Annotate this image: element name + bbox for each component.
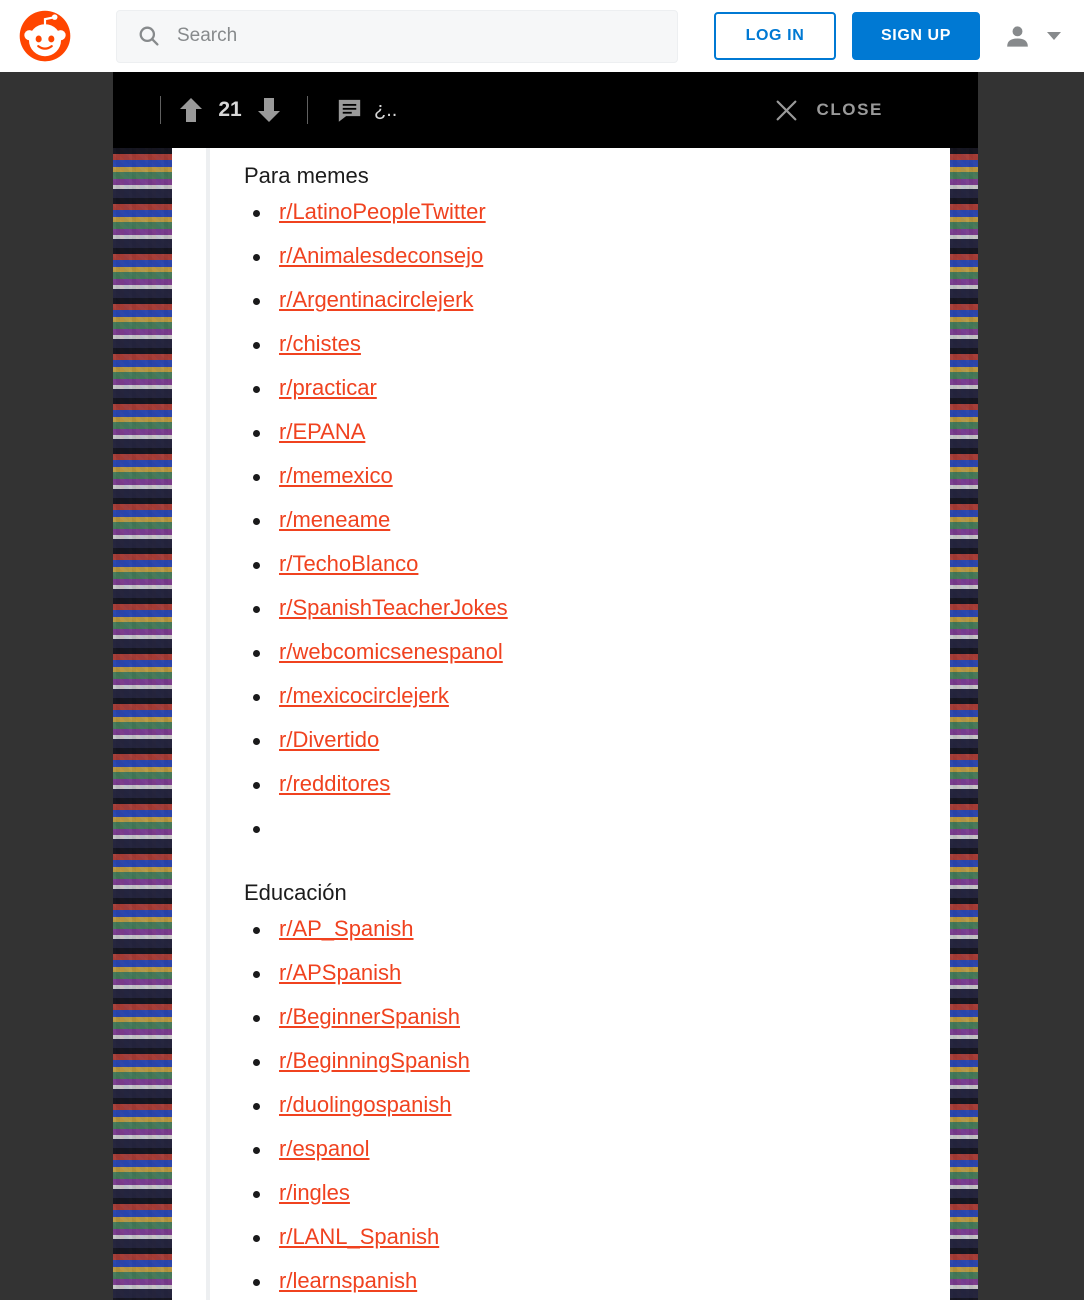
subreddit-link[interactable]: r/EPANA [279,419,365,444]
subreddit-link[interactable]: r/APSpanish [279,960,401,985]
list-item: r/ingles [244,1172,944,1216]
subreddit-link[interactable]: r/TechoBlanco [279,551,418,576]
subreddit-link[interactable]: r/espanol [279,1136,370,1161]
list-item: r/TechoBlanco [244,543,944,587]
close-label: CLOSE [816,100,883,119]
list-item: r/EPANA [244,411,944,455]
subreddit-link[interactable]: r/meneame [279,507,390,532]
comments-button[interactable]: ¿.. [336,97,397,124]
subreddit-link[interactable]: r/Animalesdeconsejo [279,243,483,268]
login-button[interactable]: LOG IN [714,12,836,60]
list-item: r/webcomicsenespanol [244,631,944,675]
list-item: r/AP_Spanish [244,908,944,952]
list-item: r/espanol [244,1128,944,1172]
thread-indent-line [206,148,210,1300]
subreddit-link[interactable]: r/practicar [279,375,377,400]
section-heading: Educación [244,880,347,905]
subreddit-link[interactable]: r/LatinoPeopleTwitter [279,199,486,224]
rplace-canvas-image-right [950,148,978,1300]
chevron-down-icon [1047,32,1061,40]
list-item: r/LatinoPeopleTwitter [244,191,944,235]
reddit-snoo-logo[interactable] [18,9,72,63]
list-item: r/chistes [244,323,944,367]
list-item: r/learnspanish [244,1260,944,1300]
vote-group: 21 [179,96,281,124]
lightbox-action-bar: 21 ¿.. CLOSE [113,72,978,148]
upvote-arrow-icon[interactable] [179,96,203,124]
subreddit-link[interactable]: r/SpanishTeacherJokes [279,595,508,620]
list-item: r/redditores [244,763,944,807]
comment-bubble-icon [338,99,361,122]
list-item: r/BeginnerSpanish [244,996,944,1040]
subreddit-link-list: r/LatinoPeopleTwitter r/Animalesdeconsejo… [244,191,944,848]
subreddit-link[interactable]: r/Argentinacirclejerk [279,287,473,312]
top-navigation-bar: LOG IN SIGN UP [0,0,1084,72]
subreddit-link[interactable]: r/redditores [279,771,390,796]
subreddit-link[interactable]: r/memexico [279,463,393,488]
subreddit-link[interactable]: r/Divertido [279,727,379,752]
list-item: r/BeginningSpanish [244,1040,944,1084]
user-avatar-icon [1007,25,1028,47]
subreddit-link[interactable]: r/BeginnerSpanish [279,1004,460,1029]
post-score: 21 [218,98,242,121]
post-content-column: Para memes r/LatinoPeopleTwitter r/Animale… [172,148,950,1300]
subreddit-link[interactable]: r/BeginningSpanish [279,1048,470,1073]
subreddit-link-list: r/AP_Spanish r/APSpanish r/BeginnerSpanish… [244,908,944,1300]
list-item: r/Divertido [244,719,944,763]
list-item: r/memexico [244,455,944,499]
close-button[interactable]: CLOSE [774,98,883,123]
list-item: r/Argentinacirclejerk [244,279,944,323]
subreddit-link[interactable]: r/AP_Spanish [279,916,414,941]
search-icon [139,26,159,46]
rplace-canvas-image-left [113,148,172,1300]
subreddit-link[interactable]: r/chistes [279,331,361,356]
list-item: r/APSpanish [244,952,944,996]
list-item: r/practicar [244,367,944,411]
list-item: r/duolingospanish [244,1084,944,1128]
subreddit-link[interactable]: r/mexicocirclejerk [279,683,449,708]
close-x-icon [776,100,797,120]
list-item: r/LANL_Spanish [244,1216,944,1260]
subreddit-link[interactable]: r/LANL_Spanish [279,1224,439,1249]
subreddit-link[interactable]: r/webcomicsenespanol [279,639,503,664]
search-input[interactable] [175,24,619,48]
list-item: r/SpanishTeacherJokes [244,587,944,631]
account-menu[interactable] [1004,23,1063,50]
subreddit-link[interactable]: r/ingles [279,1180,350,1205]
divider [160,96,161,124]
downvote-arrow-icon[interactable] [257,96,281,124]
post-body-text: Para memes r/LatinoPeopleTwitter r/Animale… [244,148,944,1300]
comment-count: ¿.. [374,98,398,121]
divider [307,96,308,124]
list-item: r/meneame [244,499,944,543]
subreddit-link[interactable]: r/duolingospanish [279,1092,451,1117]
subreddit-link[interactable]: r/learnspanish [279,1268,417,1293]
search-bar[interactable] [116,9,678,63]
signup-button[interactable]: SIGN UP [852,12,980,60]
section-heading: Para memes [244,163,369,188]
list-item: r/Animalesdeconsejo [244,235,944,279]
list-item [244,807,944,848]
list-item: r/mexicocirclejerk [244,675,944,719]
